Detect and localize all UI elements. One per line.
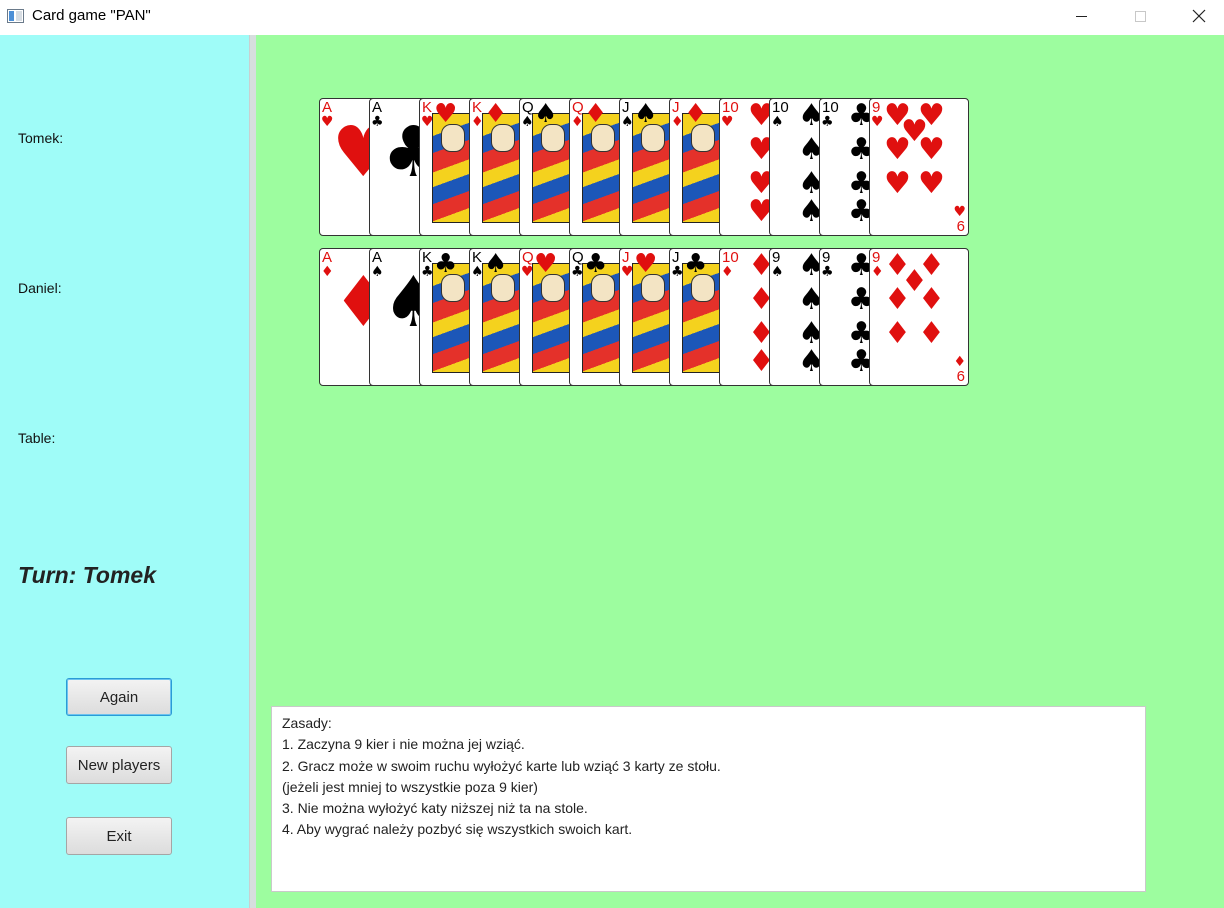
playing-card[interactable]: 9 ♦ ♦ ♦ ♦ ♦ ♦ ♦ ♦ 6 ♦ [869,248,969,386]
card-corner-suit-icon: ♥ [953,204,966,220]
card-rank: J [622,249,630,266]
card-rank: A [372,99,383,116]
card-face-suit-icon: ♣ [684,249,708,279]
card-face-art [582,263,622,373]
card-pip-icon: ♥ [884,166,911,201]
card-suit-icon: ♥ [871,114,884,130]
card-rank: A [372,249,383,266]
app-icon [7,9,24,23]
card-suit-icon: ♠ [771,264,784,280]
exit-button[interactable]: Exit [66,817,172,855]
card-rank: J [672,99,680,116]
card-suit-icon: ♦ [871,264,884,280]
player-panel: Tomek: Daniel: Table: Turn: Tomek Again … [0,35,249,908]
card-face-art [632,113,672,223]
card-rank: K [472,249,483,266]
card-face-art [582,113,622,223]
card-face-art [632,263,672,373]
card-pip-icon: ♦ [884,282,911,317]
card-face-suit-icon: ♦ [484,99,508,129]
card-face-art [682,113,722,223]
maximize-icon [1134,10,1146,22]
close-button[interactable] [1176,0,1222,32]
player-label-tomek: Tomek: [18,130,64,146]
card-rank: J [672,249,680,266]
maximize-button[interactable] [1117,0,1163,32]
card-face-suit-icon: ♠ [484,249,508,279]
card-pip-icon: ♥ [884,132,911,167]
panel-divider[interactable] [249,35,256,908]
card-rank: 9 [772,249,781,266]
title-bar: Card game "PAN" [0,0,1224,34]
card-suit-icon: ♠ [771,114,784,130]
card-rank: J [622,99,630,116]
card-face-art [432,113,472,223]
rules-line: (jeżeli jest mniej to wszystkie poza 9 k… [282,778,538,795]
card-rank: A [322,99,333,116]
card-pip-icon: ♥ [918,132,945,167]
minimize-icon [1075,15,1087,17]
card-face-art [682,263,722,373]
card-pip-icon: ♦ [918,282,945,317]
card-face-suit-icon: ♥ [534,249,558,279]
card-face-art [482,263,522,373]
new-players-button[interactable]: New players [66,746,172,784]
card-suit-icon: ♣ [821,264,834,280]
card-rank: 9 [872,99,881,116]
card-face-suit-icon: ♦ [684,99,708,129]
card-corner-rank: 6 [956,368,965,385]
card-pip-icon: ♦ [884,316,911,351]
table-label: Table: [18,430,56,446]
card-face-suit-icon: ♣ [434,249,458,279]
card-suit-icon: ♥ [721,114,734,130]
card-pip-icon: ♥ [918,166,945,201]
card-suit-icon: ♣ [821,114,834,130]
close-icon [1192,9,1206,23]
card-face-art [532,263,572,373]
card-rank: 9 [822,249,831,266]
card-rank: K [422,249,433,266]
card-rank: A [322,249,333,266]
card-face-art [432,263,472,373]
card-face-suit-icon: ♠ [534,99,558,129]
card-face-suit-icon: ♣ [584,249,608,279]
card-rank: K [472,99,483,116]
rules-line: 4. Aby wygrać należy pozbyć się wszystki… [282,821,633,838]
window-title: Card game "PAN" [32,7,151,24]
player-label-daniel: Daniel: [18,280,62,296]
card-corner-suit-icon: ♦ [953,354,966,370]
rules-line: 1. Zaczyna 9 kier i nie można jej wziąć. [282,736,525,753]
card-corner-rank: 6 [956,218,965,235]
card-face-suit-icon: ♥ [434,99,458,129]
rules-line: 3. Nie można wyłożyć katy niższej niż ta… [282,800,588,817]
daniel-hand: A ♦ ♦ A ♠ ♠ K ♣ ♣ K ♠ ♠ Q ♥ ♥ Q ♣ ♣ J ♥ ♥ J ♣ ♣ 10 ♦ ♦ ♦ ♦ ♦ 9 ♠ ♠ ♠ ♠ ♠ 9 ♣ ♣… [319,248,970,386]
card-face-suit-icon: ♦ [584,99,608,129]
rules-line: Zasady: [282,715,332,731]
card-pip-icon: ♦ [918,316,945,351]
playing-card[interactable]: 9 ♥ ♥ ♥ ♥ ♥ ♥ ♥ ♥ 6 ♥ [869,98,969,236]
rules-line: 2. Gracz może w swoim ruchu wyłożyć kart… [282,757,721,774]
turn-indicator: Turn: Tomek [18,562,157,588]
minimize-button[interactable] [1058,0,1104,32]
rules-box[interactable]: Zasady: 1. Zaczyna 9 kier i nie można je… [271,706,1146,892]
card-suit-icon: ♦ [721,264,734,280]
tomek-hand: A ♥ ♥ A ♣ ♣ K ♥ ♥ K ♦ ♦ Q ♠ ♠ Q ♦ ♦ J ♠ ♠ J ♦ ♦ 10 ♥ ♥ ♥ ♥ ♥ 10 ♠ ♠ ♠ ♠ ♠ 10… [319,98,970,236]
card-face-suit-icon: ♥ [634,249,658,279]
card-face-art [532,113,572,223]
card-rank: K [422,99,433,116]
card-face-art [482,113,522,223]
again-button[interactable]: Again [66,678,172,716]
card-face-suit-icon: ♠ [634,99,658,129]
card-rank: 9 [872,249,881,266]
